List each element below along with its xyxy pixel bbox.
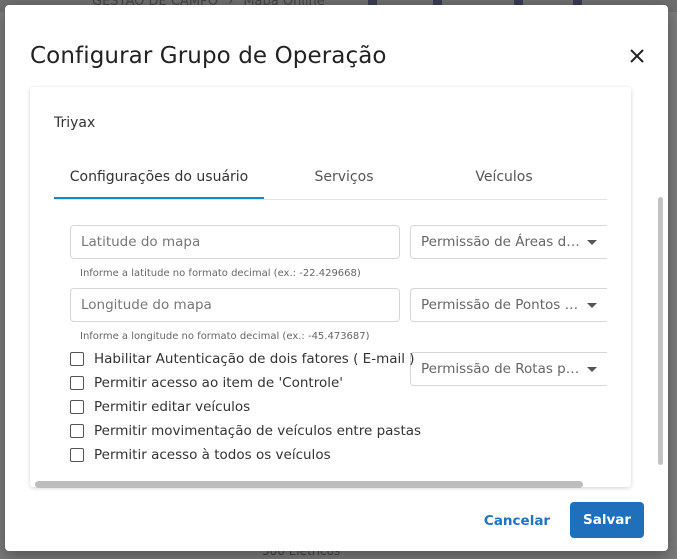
longitude-input[interactable] (71, 289, 399, 321)
checkbox-square[interactable] (70, 424, 84, 438)
horizontal-scrollbar[interactable] (35, 481, 583, 488)
longitude-hint: Informe a longitude no formato decimal (… (80, 331, 370, 342)
close-button[interactable] (626, 45, 648, 67)
tab-bar: Configurações do usuário Serviços Veícul… (54, 159, 607, 200)
points-permission-select[interactable]: Permissão de Pontos d... (410, 288, 607, 322)
tab-vehicles[interactable]: Veículos (424, 159, 584, 197)
dialog-title: Configurar Grupo de Operação (30, 43, 387, 69)
points-permission-value: Permissão de Pontos d... (421, 297, 581, 313)
group-name: Triyax (54, 115, 96, 131)
latitude-field-wrapper (70, 225, 400, 259)
caret-down-icon (587, 240, 597, 245)
checkbox-square[interactable] (70, 448, 84, 462)
checkbox-label: Permitir acesso à todos os veículos (94, 447, 331, 463)
checkbox-label: Habilitar Autenticação de dois fatores (… (94, 351, 415, 367)
checkbox-label: Permitir movimentação de veículos entre … (94, 423, 422, 439)
areas-permission-value: Permissão de Áreas de ... (421, 234, 581, 250)
vertical-scrollbar[interactable] (658, 197, 663, 465)
checkbox-square[interactable] (70, 400, 84, 414)
close-icon (630, 49, 644, 63)
areas-permission-select[interactable]: Permissão de Áreas de ... (410, 225, 607, 259)
cancel-button[interactable]: Cancelar (477, 504, 557, 538)
checkbox-label: Permitir acesso ao item de 'Controle' (94, 375, 343, 391)
tab-user-settings[interactable]: Configurações do usuário (54, 159, 264, 199)
routes-permission-select[interactable]: Permissão de Rotas pro... (410, 352, 607, 386)
configure-group-dialog: Configurar Grupo de Operação Triyax Conf… (5, 5, 668, 551)
dialog-body: Triyax Configurações do usuário Serviços… (30, 87, 631, 487)
checkbox-square[interactable] (70, 376, 84, 390)
checkbox-square[interactable] (70, 352, 84, 366)
save-button[interactable]: Salvar (570, 502, 644, 538)
checkbox-label: Permitir editar veículos (94, 399, 251, 415)
longitude-field-wrapper (70, 288, 400, 322)
latitude-input[interactable] (71, 226, 399, 258)
caret-down-icon (587, 367, 597, 372)
caret-down-icon (587, 303, 597, 308)
routes-permission-value: Permissão de Rotas pro... (421, 361, 581, 377)
latitude-hint: Informe a latitude no formato decimal (e… (80, 268, 361, 279)
tab-services[interactable]: Serviços (264, 159, 424, 197)
